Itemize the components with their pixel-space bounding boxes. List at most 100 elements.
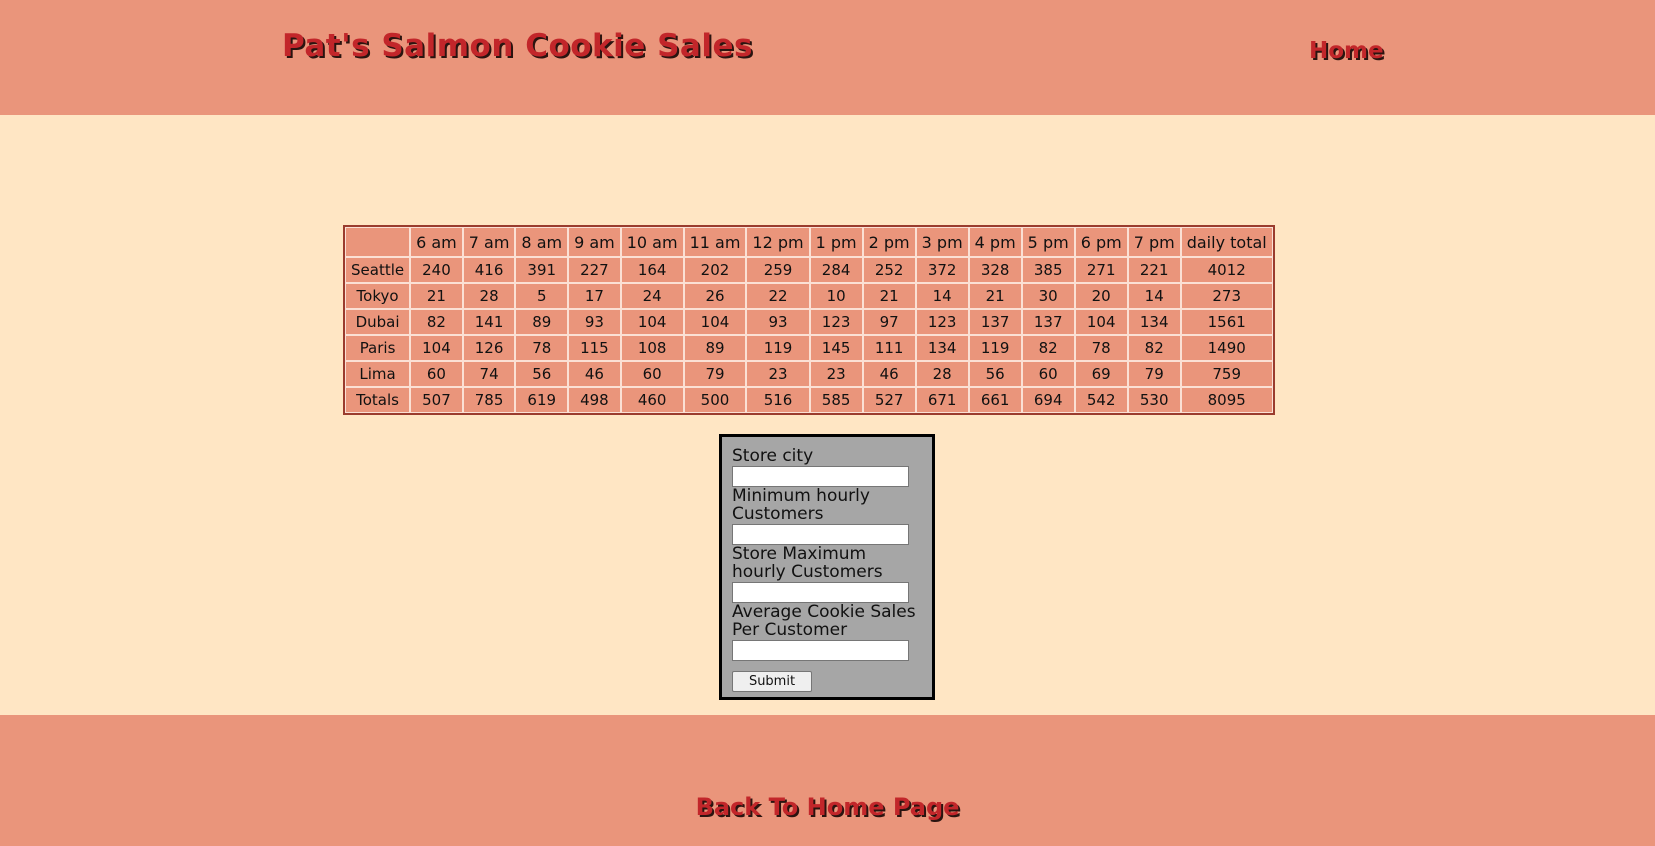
- table-cell: 26: [683, 283, 747, 309]
- store-city-label: Store city: [732, 446, 814, 466]
- table-cell: 24: [620, 283, 684, 309]
- table-row: Dubai 82 141 89 93 104 104 93 123 97 123 137 137 104 1…: [345, 309, 1273, 335]
- table-cell: 671: [915, 387, 969, 413]
- table-cell: 145: [809, 335, 863, 361]
- table-header-cell: 10 am: [620, 227, 684, 257]
- table-cell: 56: [515, 361, 569, 387]
- table-header-cell: daily total: [1180, 227, 1273, 257]
- table-cell: 69: [1074, 361, 1128, 387]
- max-hourly-customers-input[interactable]: [732, 582, 909, 603]
- table-cell: 126: [462, 335, 516, 361]
- nav-home-link[interactable]: Home: [1309, 38, 1384, 64]
- table-header-cell: 4 pm: [968, 227, 1022, 257]
- table-cell: 516: [746, 387, 810, 413]
- table-cell: 123: [915, 309, 969, 335]
- table-row: Seattle 240 416 391 227 164 202 259 284 252 372 328…: [345, 257, 1273, 283]
- table-row: Paris 104 126 78 115 108 89 119 145 111 134 119 82 78…: [345, 335, 1273, 361]
- table-cell: 694: [1021, 387, 1075, 413]
- table-cell: 78: [515, 335, 569, 361]
- table-header-cell: 7 am: [462, 227, 516, 257]
- table-cell: 372: [915, 257, 969, 283]
- table-cell: 416: [462, 257, 516, 283]
- table-cell: 97: [862, 309, 916, 335]
- table-cell: 137: [1021, 309, 1075, 335]
- table-cell: 82: [410, 309, 463, 335]
- table-cell: 89: [515, 309, 569, 335]
- table-cell: 759: [1180, 361, 1273, 387]
- sales-table-body: Seattle 240 416 391 227 164 202 259 284 252 372 328…: [345, 257, 1273, 413]
- table-row-label: Seattle: [345, 257, 411, 283]
- table-totals-row: Totals 507 785 619 498 460 500 516 585 527 671 661 6…: [345, 387, 1273, 413]
- table-cell: 17: [568, 283, 621, 309]
- table-header-cell: 5 pm: [1021, 227, 1075, 257]
- table-cell: 619: [515, 387, 569, 413]
- submit-button[interactable]: Submit: [732, 671, 812, 692]
- table-cell: 56: [968, 361, 1022, 387]
- table-cell: 202: [683, 257, 747, 283]
- table-cell: 111: [862, 335, 916, 361]
- table-cell: 498: [568, 387, 621, 413]
- table-cell: 542: [1074, 387, 1128, 413]
- table-cell: 108: [620, 335, 684, 361]
- table-cell: 104: [1074, 309, 1128, 335]
- avg-cookie-sales-label: Average Cookie Sales Per Customer: [732, 602, 916, 640]
- table-header-cell: 7 pm: [1127, 227, 1181, 257]
- table-cell: 46: [862, 361, 916, 387]
- table-header-cell: 3 pm: [915, 227, 969, 257]
- table-cell: 28: [462, 283, 516, 309]
- table-cell: 46: [568, 361, 621, 387]
- max-hourly-customers-label: Store Maximum hourly Customers: [732, 544, 883, 582]
- table-cell: 23: [746, 361, 810, 387]
- table-cell: 271: [1074, 257, 1128, 283]
- table-cell: 79: [683, 361, 747, 387]
- avg-cookie-sales-input[interactable]: [732, 640, 909, 661]
- table-cell: 164: [620, 257, 684, 283]
- table-cell: 123: [809, 309, 863, 335]
- table-cell: 391: [515, 257, 569, 283]
- table-row-label: Paris: [345, 335, 411, 361]
- table-cell: 530: [1127, 387, 1181, 413]
- table-cell: 104: [410, 335, 463, 361]
- table-cell: 5: [515, 283, 569, 309]
- table-row: Lima 60 74 56 46 60 79 23 23 46 28 56 60 69 79 759: [345, 361, 1273, 387]
- table-cell: 115: [568, 335, 621, 361]
- table-cell: 60: [620, 361, 684, 387]
- table-row: Tokyo 21 28 5 17 24 26 22 10 21 14 21 30 20 14 273: [345, 283, 1273, 309]
- back-to-home-link[interactable]: Back To Home Page: [0, 793, 1655, 821]
- table-header-cell: 6 pm: [1074, 227, 1128, 257]
- table-cell: 20: [1074, 283, 1128, 309]
- table-header-cell: 8 am: [515, 227, 569, 257]
- table-cell: 1490: [1180, 335, 1273, 361]
- table-cell: 104: [620, 309, 684, 335]
- table-cell: 93: [568, 309, 621, 335]
- table-row-label: Dubai: [345, 309, 411, 335]
- table-cell: 227: [568, 257, 621, 283]
- sales-table-head: 6 am 7 am 8 am 9 am 10 am 11 am 12 pm 1 pm 2 pm 3…: [345, 227, 1273, 257]
- table-header-cell: 9 am: [568, 227, 621, 257]
- table-row-label: Totals: [345, 387, 411, 413]
- table-cell: 78: [1074, 335, 1128, 361]
- table-cell: 93: [746, 309, 810, 335]
- sales-table-container: 6 am 7 am 8 am 9 am 10 am 11 am 12 pm 1 pm 2 pm 3…: [343, 225, 1275, 415]
- table-cell: 10: [809, 283, 863, 309]
- table-row-label: Tokyo: [345, 283, 411, 309]
- table-cell: 134: [1127, 309, 1181, 335]
- min-hourly-customers-input[interactable]: [732, 524, 909, 545]
- table-cell: 8095: [1180, 387, 1273, 413]
- table-cell: 60: [1021, 361, 1075, 387]
- table-header-cell: 6 am: [410, 227, 463, 257]
- table-cell: 385: [1021, 257, 1075, 283]
- table-cell: 785: [462, 387, 516, 413]
- table-cell: 14: [1127, 283, 1181, 309]
- table-cell: 661: [968, 387, 1022, 413]
- store-city-input[interactable]: [732, 466, 909, 487]
- sales-table: 6 am 7 am 8 am 9 am 10 am 11 am 12 pm 1 pm 2 pm 3…: [343, 225, 1275, 415]
- table-cell: 240: [410, 257, 463, 283]
- table-cell: 74: [462, 361, 516, 387]
- table-cell: 137: [968, 309, 1022, 335]
- table-header-cell: 2 pm: [862, 227, 916, 257]
- table-cell: 141: [462, 309, 516, 335]
- table-cell: 284: [809, 257, 863, 283]
- table-cell: 460: [620, 387, 684, 413]
- table-cell: 273: [1180, 283, 1273, 309]
